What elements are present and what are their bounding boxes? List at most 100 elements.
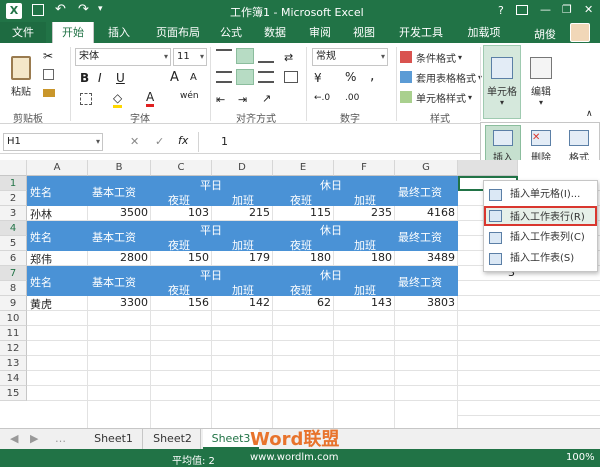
tab-addins[interactable]: 加载项	[458, 22, 510, 43]
cell-value[interactable]: 115	[273, 206, 331, 219]
close-button[interactable]: ✕	[584, 3, 593, 16]
cell-value[interactable]: 180	[334, 251, 392, 264]
tab-home[interactable]: 开始	[52, 22, 94, 43]
cell-value[interactable]: 3300	[88, 296, 148, 309]
select-all-corner[interactable]	[0, 160, 27, 176]
row-header[interactable]: 7	[0, 266, 27, 281]
align-left-icon[interactable]	[216, 71, 232, 83]
cells-button[interactable]: 单元格 ▾	[483, 45, 521, 119]
cell-final-header[interactable]: 最终工资	[398, 184, 442, 200]
scroll-prev-sheet-icon[interactable]: ◀	[10, 432, 18, 445]
comma-button[interactable]: ,	[370, 68, 374, 84]
cell-value[interactable]: 4168	[395, 206, 455, 219]
conditional-format-button[interactable]: 条件格式 ▾	[400, 48, 462, 66]
edit-button[interactable]: 编辑 ▾	[522, 45, 560, 119]
row-header[interactable]: 14	[0, 371, 27, 386]
help-button[interactable]: ?	[498, 4, 504, 17]
row-header[interactable]: 2	[0, 191, 27, 206]
cell-value[interactable]: 3803	[395, 296, 455, 309]
indent-increase-icon[interactable]: ⇥	[238, 93, 247, 106]
worksheet-grid[interactable]: A B C D E F G 1 2 3 4 5 6 7 8 9 10 11 12 13 14 15 姓名 基本工资 平日 休日 最终…	[0, 160, 458, 428]
decimal-decrease-button[interactable]: .00	[345, 93, 359, 103]
cell-styles-button[interactable]: 单元格样式 ▾	[400, 88, 472, 106]
copy-icon[interactable]	[43, 69, 54, 80]
font-size-dropdown[interactable]: 11 ▾	[173, 48, 207, 66]
row-header[interactable]: 6	[0, 251, 27, 266]
sheet-tab-1[interactable]: Sheet1	[85, 429, 143, 449]
indent-decrease-icon[interactable]: ⇤	[216, 93, 225, 106]
column-header[interactable]: A	[27, 160, 88, 176]
cell-holiday-header[interactable]: 休日	[320, 267, 342, 283]
number-format-dropdown[interactable]: 常规 ▾	[312, 48, 388, 66]
cell-base-header[interactable]: 基本工资	[92, 274, 136, 290]
fill-color-icon[interactable]: ◇	[113, 91, 123, 108]
row-header[interactable]: 9	[0, 296, 27, 311]
row-header[interactable]: 10	[0, 311, 27, 326]
name-box[interactable]: H1 ▾	[3, 133, 103, 151]
bold-button[interactable]: B	[80, 71, 89, 85]
scroll-next-sheet-icon[interactable]: ▶	[30, 432, 38, 445]
save-icon[interactable]	[32, 4, 44, 16]
cell-value[interactable]: 3500	[88, 206, 148, 219]
cell-name[interactable]: 黄虎	[30, 296, 52, 312]
enter-formula-icon[interactable]: ✓	[155, 135, 164, 148]
cell-holiday-header[interactable]: 休日	[320, 177, 342, 193]
cell-value[interactable]: 215	[212, 206, 270, 219]
column-header[interactable]: F	[334, 160, 395, 176]
cell-name[interactable]: 孙林	[30, 206, 52, 222]
cell-value[interactable]: 3489	[395, 251, 455, 264]
cell-value[interactable]: 150	[151, 251, 209, 264]
row-header[interactable]: 13	[0, 356, 27, 371]
align-middle-icon[interactable]	[236, 48, 254, 64]
grow-font-button[interactable]: A	[170, 70, 179, 85]
format-painter-icon[interactable]	[43, 89, 55, 97]
row-header[interactable]: 11	[0, 326, 27, 341]
cell-value[interactable]: 62	[273, 296, 331, 309]
paste-button[interactable]: 粘贴	[4, 47, 38, 107]
tab-page-layout[interactable]: 页面布局	[146, 22, 210, 43]
cell-weekday-header[interactable]: 平日	[200, 222, 222, 238]
font-name-dropdown[interactable]: 宋体 ▾	[75, 48, 171, 66]
align-top-icon[interactable]	[216, 49, 232, 63]
align-right-icon[interactable]	[258, 71, 274, 83]
cut-icon[interactable]: ✂	[43, 49, 53, 63]
orientation-icon[interactable]: ↗	[262, 92, 271, 105]
user-name[interactable]: 胡俊	[534, 26, 556, 42]
cell-final-header[interactable]: 最终工资	[398, 274, 442, 290]
cell-value[interactable]: 143	[334, 296, 392, 309]
tab-view[interactable]: 视图	[344, 22, 384, 43]
collapse-ribbon-icon[interactable]: ∧	[586, 109, 593, 119]
column-header[interactable]: C	[151, 160, 212, 176]
sheet-tab-2[interactable]: Sheet2	[145, 429, 201, 449]
phonetic-button[interactable]: wén	[180, 91, 199, 101]
column-header[interactable]: G	[395, 160, 458, 176]
cell-value[interactable]: 180	[273, 251, 331, 264]
cell-value[interactable]: 103	[151, 206, 209, 219]
column-header[interactable]: E	[273, 160, 334, 176]
wrap-text-icon[interactable]: ⇄	[284, 51, 293, 64]
restore-button[interactable]: ❐	[562, 3, 572, 16]
column-header[interactable]: B	[88, 160, 151, 176]
cell-name-header[interactable]: 姓名	[30, 274, 52, 290]
cancel-formula-icon[interactable]: ✕	[130, 135, 139, 148]
row-header[interactable]: 8	[0, 281, 27, 296]
cell-value[interactable]: 142	[212, 296, 270, 309]
currency-icon[interactable]: ¥	[314, 71, 322, 85]
row-header[interactable]: 12	[0, 341, 27, 356]
qat-more-icon[interactable]: ▾	[98, 4, 103, 14]
cell-value[interactable]: 2800	[88, 251, 148, 264]
minimize-button[interactable]: —	[540, 3, 551, 16]
menu-insert-sheet[interactable]: 插入工作表(S)	[484, 249, 597, 269]
font-color-icon[interactable]: A	[146, 90, 155, 107]
row-header[interactable]: 15	[0, 386, 27, 401]
row-header[interactable]: 5	[0, 236, 27, 251]
row-header[interactable]: 3	[0, 206, 27, 221]
sheet-more-icon[interactable]: …	[55, 432, 66, 445]
format-as-table-button[interactable]: 套用表格格式▾	[400, 68, 482, 86]
cell-value[interactable]: 156	[151, 296, 209, 309]
cell-value[interactable]: 179	[212, 251, 270, 264]
cell-name-header[interactable]: 姓名	[30, 184, 52, 200]
menu-insert-cells[interactable]: 插入单元格(I)...	[484, 185, 597, 205]
redo-icon[interactable]: ↷	[78, 2, 89, 17]
avatar[interactable]	[570, 23, 590, 42]
